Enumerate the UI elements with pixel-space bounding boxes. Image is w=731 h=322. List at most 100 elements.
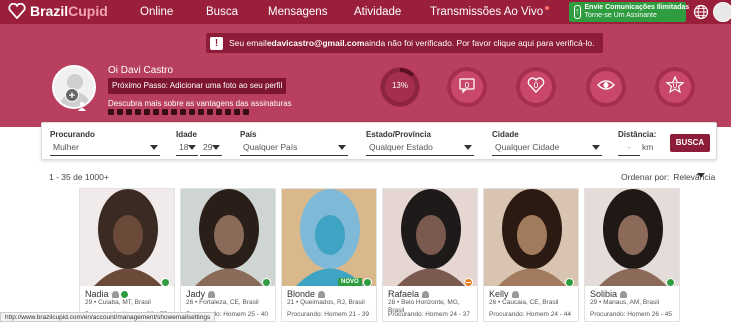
nav-mensagens[interactable]: Mensagens	[268, 6, 327, 18]
email-verify-banner[interactable]: ! Seu email edavicastro@gmail.com ainda …	[206, 33, 603, 53]
perk-icon	[216, 109, 222, 115]
search-button[interactable]: BUSCA	[670, 134, 710, 152]
profile-name[interactable]: Kelly	[489, 289, 519, 299]
profile-photo[interactable]	[80, 189, 174, 286]
user-avatar-menu[interactable]	[713, 2, 731, 22]
estado-select[interactable]: Qualquer Estado	[366, 142, 474, 156]
perk-icon	[153, 109, 159, 115]
profile-location: 26 • Fortaleza, CE, Brasil	[186, 299, 259, 306]
perk-icon	[243, 109, 249, 115]
user-photo-icon	[422, 291, 430, 299]
sort-value: Relevância	[673, 172, 716, 182]
profile-card[interactable]: Jady 26 • Fortaleza, CE, Brasil Procurando…	[180, 188, 276, 322]
chevron-down-icon	[464, 145, 472, 150]
profile-name[interactable]: Blonde	[287, 289, 326, 299]
alert-icon: !	[210, 36, 223, 50]
brand-name-part2: Cupid	[68, 3, 108, 19]
perk-icon	[225, 109, 231, 115]
profile-card[interactable]: Solibia 29 • Manaus, AM, Brasil Procurando…	[584, 188, 680, 322]
cidade-label: Cidade	[492, 130, 519, 139]
profile-photo[interactable]	[181, 189, 275, 286]
profile-photo-placeholder[interactable]	[52, 65, 96, 109]
perk-icon	[135, 109, 141, 115]
profile-photo[interactable]	[383, 189, 477, 286]
nav-atividade[interactable]: Atividade	[354, 6, 401, 18]
perk-icon	[126, 109, 132, 115]
likes-stat[interactable]: 0	[516, 67, 556, 107]
online-status-icon	[262, 278, 271, 287]
profile-location: 29 • Cuiaba, MT, Brasil	[85, 299, 151, 306]
profile-card[interactable]: Kelly 26 • Caucaia, CE, Brasil Procurando:…	[483, 188, 579, 322]
perk-icon	[117, 109, 123, 115]
idade-max-select[interactable]: 29	[200, 142, 222, 156]
new-badge: NOVO	[338, 278, 362, 286]
profile-name[interactable]: Nadia	[85, 289, 128, 299]
subscription-benefits-link[interactable]: Descubra mais sobre as vantagens das ass…	[108, 99, 292, 108]
procurando-value: Mulher	[53, 142, 79, 152]
chevron-down-icon	[188, 145, 196, 150]
pais-label: País	[240, 130, 257, 139]
verify-prefix: Seu email	[229, 38, 267, 48]
profile-location: 29 • Manaus, AM, Brasil	[590, 299, 660, 306]
search-filter-panel: Procurando Mulher Idade 18 29 País Qualq…	[41, 122, 717, 160]
online-status-icon	[363, 278, 372, 287]
verify-suffix: ainda não foi verificado. Por favor cliq…	[364, 38, 595, 48]
busy-status-icon	[464, 278, 473, 287]
nav-transmissoes-label: Transmissões Ao Vivo	[430, 6, 544, 18]
upsell-line2: Torne-se Um Assinante	[584, 12, 657, 19]
nav-online[interactable]: Online	[140, 6, 173, 18]
sort-label: Ordenar por:	[621, 172, 670, 182]
perk-icon	[198, 109, 204, 115]
next-step-button[interactable]: Próximo Passo: Adicionar uma foto ao seu…	[108, 78, 287, 94]
profile-seeking: Procurando: Homem 26 - 45	[590, 311, 673, 318]
profile-card[interactable]: Rafaela 28 • Belo Horizonte, MG, Brasil Pr…	[382, 188, 478, 322]
perk-icon	[162, 109, 168, 115]
perk-icon	[180, 109, 186, 115]
favorites-stat[interactable]: 0	[655, 67, 695, 107]
profile-card[interactable]: Nadia29 • Cuiaba, MT, BrasilProcurando: …	[79, 188, 175, 322]
profile-name[interactable]: Rafaela	[388, 289, 430, 299]
brand-logo[interactable]: Brazil Cupid	[8, 3, 108, 19]
chevron-down-icon	[592, 145, 600, 150]
chevron-down-icon[interactable]	[697, 173, 705, 178]
profile-card[interactable]: NOVO Blonde 21 • Queimados, RJ, Brasil Proc…	[281, 188, 377, 322]
verify-email: edavicastro@gmail.com	[266, 38, 365, 48]
browser-status-url: http://www.brazilcupid.com/en/account/ma…	[0, 312, 216, 322]
add-photo-icon[interactable]: +	[65, 88, 79, 102]
estado-value: Qualquer Estado	[369, 142, 433, 152]
procurando-select[interactable]: Mulher	[50, 142, 160, 156]
views-count: 0	[603, 81, 609, 90]
profile-name-text: Kelly	[489, 289, 509, 299]
pais-select[interactable]: Qualquer País	[240, 142, 348, 156]
completion-value: 13%	[391, 81, 408, 90]
distancia-input[interactable]: -	[618, 142, 640, 156]
views-stat[interactable]: 0	[586, 67, 626, 107]
perk-icon	[171, 109, 177, 115]
chevron-down-icon	[150, 145, 158, 150]
profile-name[interactable]: Solibia	[590, 289, 628, 299]
procurando-label: Procurando	[50, 130, 95, 139]
hero-banner: ! Seu email edavicastro@gmail.com ainda …	[0, 24, 731, 127]
profile-photo[interactable]	[585, 189, 679, 286]
profile-photo[interactable]	[282, 189, 376, 286]
profile-name[interactable]: Jady	[186, 289, 216, 299]
top-navbar: Brazil Cupid Online Busca Mensagens Ativi…	[0, 0, 731, 24]
upgrade-button[interactable]: ↑ Envie Comunicações Ilimitadas Torne-se…	[569, 2, 689, 22]
brand-name-part1: Brazil	[30, 3, 69, 19]
nav-busca[interactable]: Busca	[206, 6, 238, 18]
profile-completion-stat[interactable]: 13%	[380, 67, 420, 107]
estado-label: Estado/Província	[366, 130, 431, 139]
profile-name-text: Solibia	[590, 289, 618, 299]
globe-icon[interactable]	[693, 4, 709, 20]
live-indicator-dot	[545, 6, 550, 10]
nav-transmissoes[interactable]: Transmissões Ao Vivo	[430, 6, 550, 18]
messages-stat[interactable]: 0	[447, 67, 487, 107]
profile-name-text: Blonde	[287, 289, 316, 299]
online-status-icon	[161, 278, 170, 287]
chevron-down-icon	[212, 145, 220, 150]
favorites-count: 0	[672, 81, 678, 90]
profile-photo[interactable]	[484, 189, 578, 286]
idade-min-select[interactable]: 18	[176, 142, 198, 156]
cidade-select[interactable]: Qualquer Cidade	[492, 142, 602, 156]
perk-icons-row	[108, 109, 252, 115]
